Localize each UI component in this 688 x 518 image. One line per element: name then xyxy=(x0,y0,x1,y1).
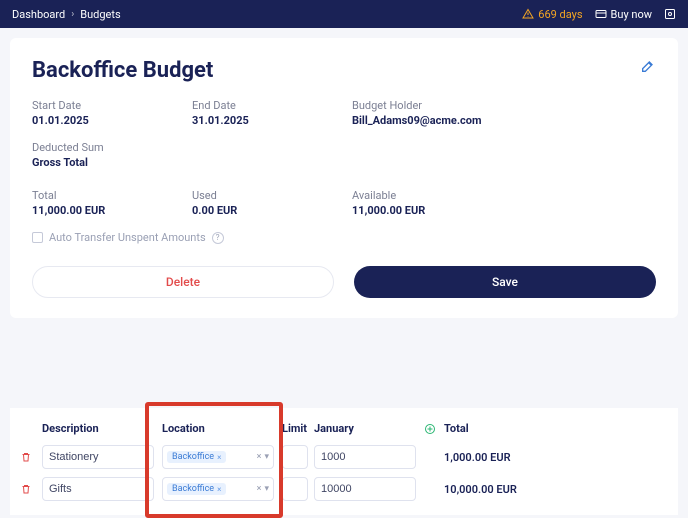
deducted-value: Gross Total xyxy=(32,156,192,169)
used-value: 0.00 EUR xyxy=(192,204,352,217)
table-row: Backoffice × × ▾ 10,000.00 EUR xyxy=(20,473,668,505)
holder-value: Bill_Adams09@acme.com xyxy=(352,114,656,127)
chevron-right-icon: › xyxy=(71,9,74,20)
total-label: Total xyxy=(32,189,192,202)
limit-input[interactable] xyxy=(282,477,308,501)
delete-row-button[interactable] xyxy=(20,483,42,495)
used-label: Used xyxy=(192,189,352,202)
edit-button[interactable] xyxy=(640,58,656,74)
chevron-down-icon[interactable]: ▾ xyxy=(264,452,269,462)
start-date-label: Start Date xyxy=(32,99,192,112)
auto-transfer-checkbox[interactable] xyxy=(32,232,43,243)
location-select[interactable]: Backoffice × × ▾ xyxy=(162,445,274,469)
delete-button[interactable]: Delete xyxy=(32,266,334,298)
trash-icon xyxy=(20,483,32,495)
auto-transfer-label: Auto Transfer Unspent Amounts xyxy=(49,231,206,244)
end-date-label: End Date xyxy=(192,99,352,112)
topbar: Dashboard › Budgets 669 days Buy now xyxy=(0,0,688,28)
clear-select-icon[interactable]: × xyxy=(257,452,262,462)
location-tag[interactable]: Backoffice × xyxy=(167,451,226,463)
end-date-value: 31.01.2025 xyxy=(192,114,352,127)
card-icon xyxy=(595,8,607,20)
breadcrumb-budgets[interactable]: Budgets xyxy=(80,8,120,21)
info-icon[interactable]: ? xyxy=(212,232,224,244)
remove-tag-icon[interactable]: × xyxy=(217,485,221,494)
add-month-button[interactable] xyxy=(424,423,444,435)
col-total: Total xyxy=(444,422,668,435)
settings-button[interactable] xyxy=(664,8,676,20)
breadcrumb: Dashboard › Budgets xyxy=(12,8,121,21)
budget-card: Backoffice Budget Start Date 01.01.2025 … xyxy=(10,38,678,318)
page-title: Backoffice Budget xyxy=(32,58,213,83)
buy-now-button[interactable]: Buy now xyxy=(595,8,652,21)
available-value: 11,000.00 EUR xyxy=(352,204,656,217)
available-label: Available xyxy=(352,189,656,202)
col-description: Description xyxy=(42,422,162,435)
description-input[interactable] xyxy=(42,445,154,469)
row-total: 1,000.00 EUR xyxy=(444,451,668,464)
col-limit: Limit xyxy=(282,422,314,435)
clear-select-icon[interactable]: × xyxy=(257,484,262,494)
month-input[interactable] xyxy=(314,477,416,501)
col-location: Location xyxy=(162,422,282,435)
remove-tag-icon[interactable]: × xyxy=(217,453,221,462)
location-tag-label: Backoffice xyxy=(172,484,214,494)
location-tag[interactable]: Backoffice × xyxy=(167,483,226,495)
delete-row-button[interactable] xyxy=(20,451,42,463)
plus-circle-icon xyxy=(424,423,436,435)
trial-days: 669 days xyxy=(538,8,582,21)
auto-transfer-row: Auto Transfer Unspent Amounts ? xyxy=(32,231,656,244)
start-date-value: 01.01.2025 xyxy=(32,114,192,127)
trash-icon xyxy=(20,451,32,463)
col-month: January xyxy=(314,422,424,435)
chevron-down-icon[interactable]: ▾ xyxy=(264,484,269,494)
location-tag-label: Backoffice xyxy=(172,452,214,462)
total-value: 11,000.00 EUR xyxy=(32,204,192,217)
limit-input[interactable] xyxy=(282,445,308,469)
edit-icon xyxy=(640,58,656,74)
holder-label: Budget Holder xyxy=(352,99,656,112)
row-total: 10,000.00 EUR xyxy=(444,483,668,496)
location-select[interactable]: Backoffice × × ▾ xyxy=(162,477,274,501)
month-input[interactable] xyxy=(314,445,416,469)
deducted-label: Deducted Sum xyxy=(32,141,192,154)
buy-now-label: Buy now xyxy=(611,8,652,21)
topbar-right: 669 days Buy now xyxy=(522,8,676,21)
warning-icon xyxy=(522,8,534,20)
settings-icon xyxy=(664,8,676,20)
budget-items-table: Description Location Limit January Total… xyxy=(10,408,678,515)
description-input[interactable] xyxy=(42,477,154,501)
table-row: Backoffice × × ▾ 1,000.00 EUR xyxy=(20,441,668,473)
save-button[interactable]: Save xyxy=(354,266,656,298)
breadcrumb-dashboard[interactable]: Dashboard xyxy=(12,8,65,21)
trial-warning[interactable]: 669 days xyxy=(522,8,582,21)
